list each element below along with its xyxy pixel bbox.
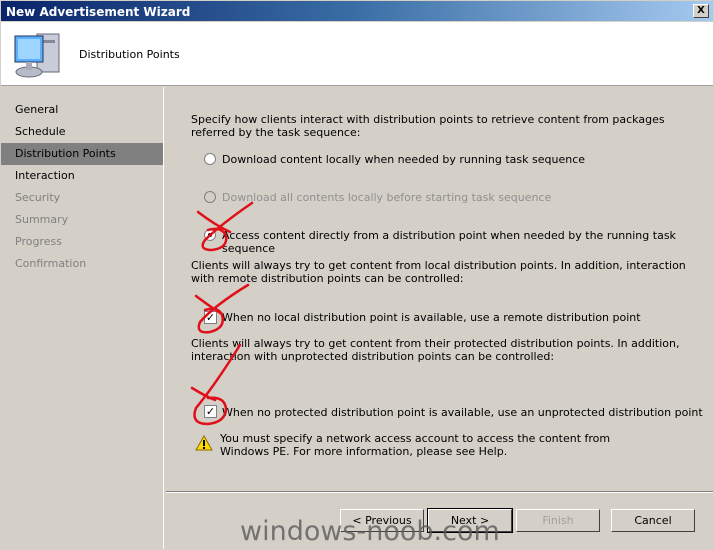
wizard-header: Distribution Points xyxy=(1,22,713,86)
radio-download-when-needed[interactable] xyxy=(204,153,216,165)
warning-text: You must specify a network access accoun… xyxy=(220,432,611,458)
step-distribution-points[interactable]: Distribution Points xyxy=(1,143,163,165)
radio-download-when-needed-label[interactable]: Download content locally when needed by … xyxy=(222,153,585,166)
divider xyxy=(166,491,713,493)
local-dp-description: Clients will always try to get content f… xyxy=(191,259,686,285)
step-general[interactable]: General xyxy=(1,99,163,121)
step-schedule[interactable]: Schedule xyxy=(1,121,163,143)
remote-dp-checkbox-label[interactable]: When no local distribution point is avai… xyxy=(222,311,641,324)
remote-dp-checkbox[interactable]: ✓ xyxy=(204,311,217,324)
window-title: New Advertisement Wizard xyxy=(6,5,191,19)
finish-button: Finish xyxy=(516,509,600,532)
step-progress: Progress xyxy=(15,235,62,248)
close-button[interactable]: X xyxy=(693,4,709,18)
page-title: Distribution Points xyxy=(79,48,180,61)
intro-text: Specify how clients interact with distri… xyxy=(191,113,665,139)
step-interaction[interactable]: Interaction xyxy=(1,165,163,187)
warning-icon xyxy=(195,435,213,451)
radio-access-directly-label[interactable]: Access content directly from a distribut… xyxy=(222,229,713,255)
radio-download-before-start xyxy=(204,191,216,203)
content-panel: Specify how clients interact with distri… xyxy=(166,87,713,549)
unprotected-dp-checkbox-label[interactable]: When no protected distribution point is … xyxy=(222,406,703,419)
step-summary: Summary xyxy=(15,213,69,226)
watermark: windows-noob.com xyxy=(240,516,500,547)
radio-access-directly[interactable] xyxy=(204,229,216,241)
unprotected-dp-checkbox[interactable]: ✓ xyxy=(204,405,217,418)
computer-icon xyxy=(14,33,60,78)
step-security: Security xyxy=(15,191,61,204)
step-confirmation: Confirmation xyxy=(15,257,87,270)
wizard-steps: General Schedule Distribution Points Int… xyxy=(1,87,164,549)
protected-dp-description: Clients will always try to get content f… xyxy=(191,337,680,363)
title-bar: New Advertisement Wizard X xyxy=(0,0,714,22)
radio-download-before-start-label: Download all contents locally before sta… xyxy=(222,191,552,204)
cancel-button[interactable]: Cancel xyxy=(611,509,695,532)
